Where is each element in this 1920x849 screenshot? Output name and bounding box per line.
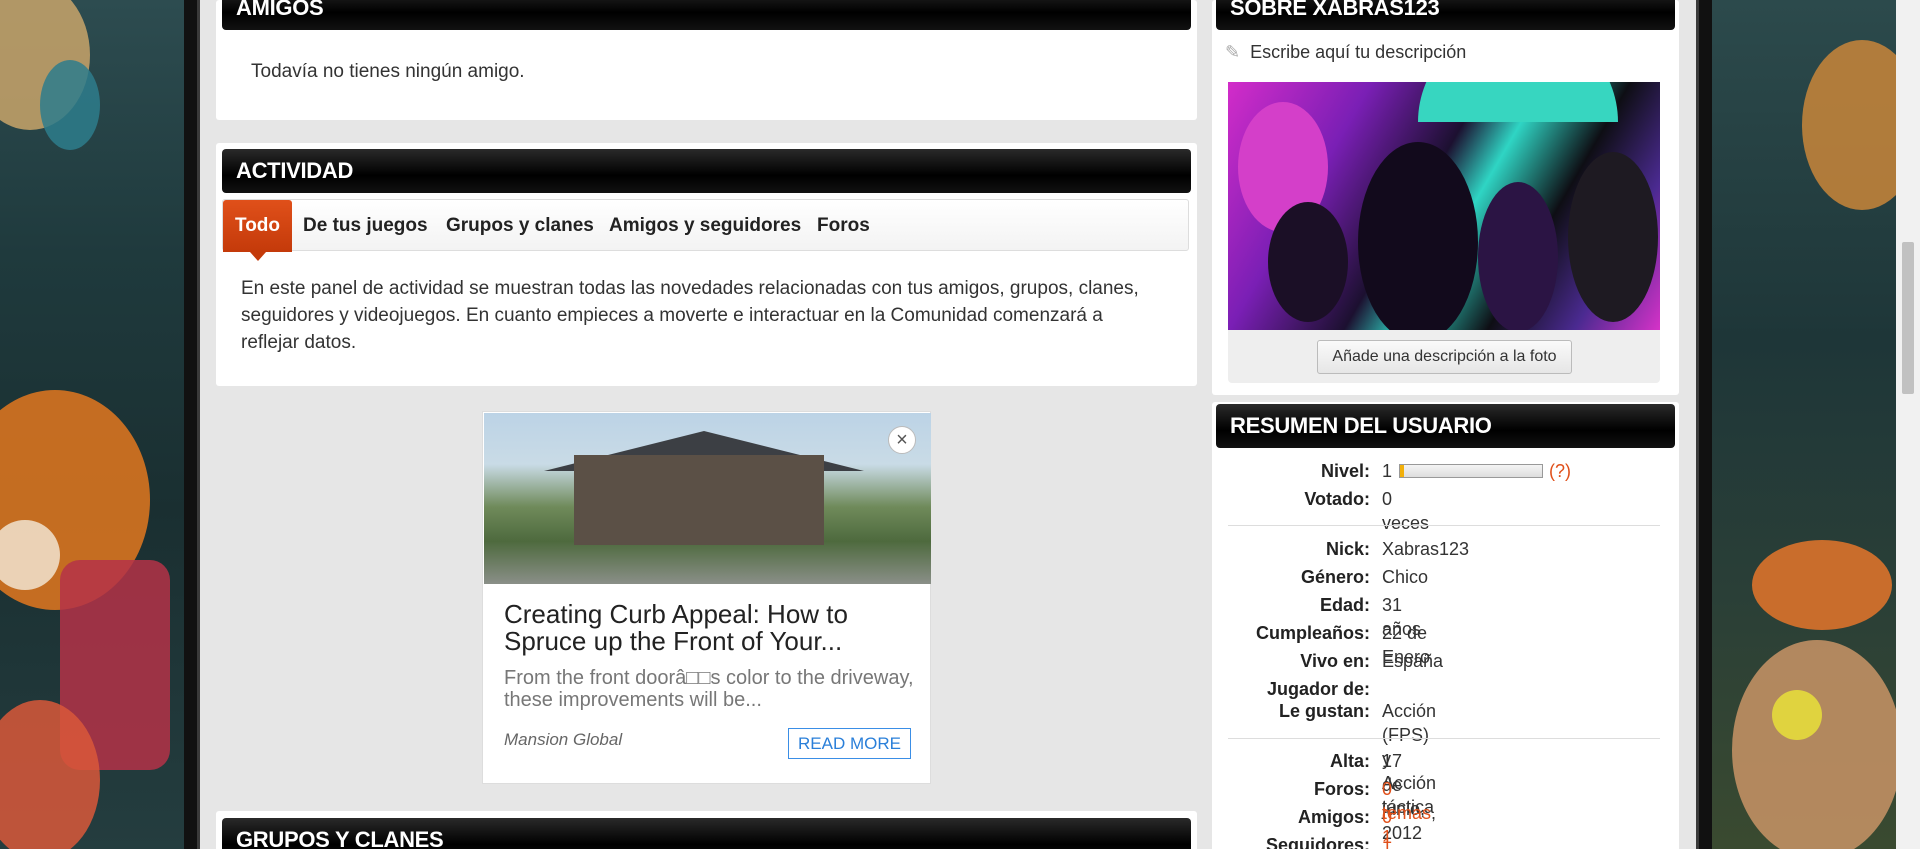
amigos-label: Amigos: xyxy=(1298,807,1370,827)
le-gustan-label: Le gustan: xyxy=(1278,701,1370,721)
actividad-description-line-1: En este panel de actividad se muestran t… xyxy=(241,278,1139,299)
foros-mensajes-link[interactable]: 1 mensaje xyxy=(1382,827,1450,849)
page-scrollbar[interactable] xyxy=(1896,0,1920,849)
foros-separator: , xyxy=(1431,803,1437,823)
actividad-header: ACTIVIDAD xyxy=(222,149,1191,193)
tab-grupos-y-clanes[interactable]: Grupos y clanes xyxy=(446,200,594,252)
foros-value: 0 temas, 1 mensaje xyxy=(1382,777,1450,849)
nick-label: Nick: xyxy=(1325,539,1370,559)
vivo-en-label: Vivo en: xyxy=(1300,651,1370,671)
jugador-de-label: Jugador de: xyxy=(1266,679,1370,699)
background-art-left xyxy=(0,0,184,849)
level-progress-fill xyxy=(1400,465,1405,477)
resumen-title: RESUMEN DEL USUARIO xyxy=(1230,413,1492,438)
seguidores-value-link[interactable]: 1 xyxy=(1382,833,1392,849)
add-photo-description-button[interactable]: Añade una descripción a la foto xyxy=(1317,340,1572,374)
sobre-header: SOBRE XABRAS123 xyxy=(1216,0,1675,30)
close-icon[interactable]: × xyxy=(888,426,916,454)
genero-value: Chico xyxy=(1382,567,1429,587)
amigos-empty-text: Todavía no tienes ningún amigo. xyxy=(251,61,525,82)
sponsored-ad[interactable]: × Creating Curb Appeal: How to Spruce up… xyxy=(482,411,931,784)
scrollbar-thumb[interactable] xyxy=(1902,242,1914,394)
amigos-header: AMIGOS xyxy=(222,0,1191,30)
cumpleanos-label: Cumpleaños: xyxy=(1255,623,1370,643)
ad-image[interactable] xyxy=(484,413,931,584)
actividad-description-line-3: reflejar datos. xyxy=(241,332,357,353)
ad-source: Mansion Global xyxy=(504,730,623,749)
amigos-title: AMIGOS xyxy=(236,0,324,20)
grupos-title: GRUPOS Y CLANES xyxy=(236,827,444,849)
activity-tabs: Todo De tus juegos Grupos y clanes Amigo… xyxy=(222,199,1189,261)
separator-2 xyxy=(1228,738,1660,739)
votado-label: Votado: xyxy=(1304,489,1370,509)
edit-description[interactable]: ✎ Escribe aquí tu descripción xyxy=(1225,42,1466,63)
actividad-title: ACTIVIDAD xyxy=(236,158,354,183)
nivel-value: 1 xyxy=(1382,461,1393,481)
separator-1 xyxy=(1228,525,1660,526)
edad-label: Edad: xyxy=(1319,595,1370,615)
ad-image-house xyxy=(574,455,824,545)
read-more-button[interactable]: READ MORE xyxy=(788,728,911,759)
nivel-help-link[interactable]: (?) xyxy=(1549,459,1571,483)
frame-left xyxy=(184,0,200,849)
votado-value: 0 veces xyxy=(1382,489,1430,533)
nivel-label: Nivel: xyxy=(1320,461,1370,481)
seguidores-label: Seguidores: xyxy=(1265,835,1370,849)
grupos-header: GRUPOS Y CLANES xyxy=(222,818,1191,849)
tab-de-tus-juegos[interactable]: De tus juegos xyxy=(303,200,428,252)
pencil-icon: ✎ xyxy=(1225,42,1241,62)
foros-label: Foros: xyxy=(1314,779,1370,799)
level-progress-bar xyxy=(1399,464,1543,478)
tab-todo[interactable]: Todo xyxy=(223,200,293,261)
actividad-description-line-2: seguidores y videojuegos. En cuanto empi… xyxy=(241,305,1103,326)
ad-description: From the front doorâ□□s color to the dri… xyxy=(504,667,914,711)
tab-amigos-y-seguidores[interactable]: Amigos y seguidores xyxy=(609,200,801,252)
vivo-en-value: España xyxy=(1382,651,1444,671)
nick-value: Xabras123 xyxy=(1382,539,1470,559)
background-art-right xyxy=(1712,0,1896,849)
tab-foros[interactable]: Foros xyxy=(817,200,870,252)
edit-description-text: Escribe aquí tu descripción xyxy=(1250,42,1467,62)
genero-label: Género: xyxy=(1300,567,1370,587)
sobre-title: SOBRE XABRAS123 xyxy=(1230,0,1440,20)
profile-photo xyxy=(1228,82,1660,330)
ad-title[interactable]: Creating Curb Appeal: How to Spruce up t… xyxy=(504,601,914,655)
resumen-header: RESUMEN DEL USUARIO xyxy=(1216,404,1675,448)
frame-right xyxy=(1696,0,1712,849)
amigos-value-link[interactable]: 0 xyxy=(1382,805,1392,829)
alta-label: Alta: xyxy=(1330,751,1370,771)
